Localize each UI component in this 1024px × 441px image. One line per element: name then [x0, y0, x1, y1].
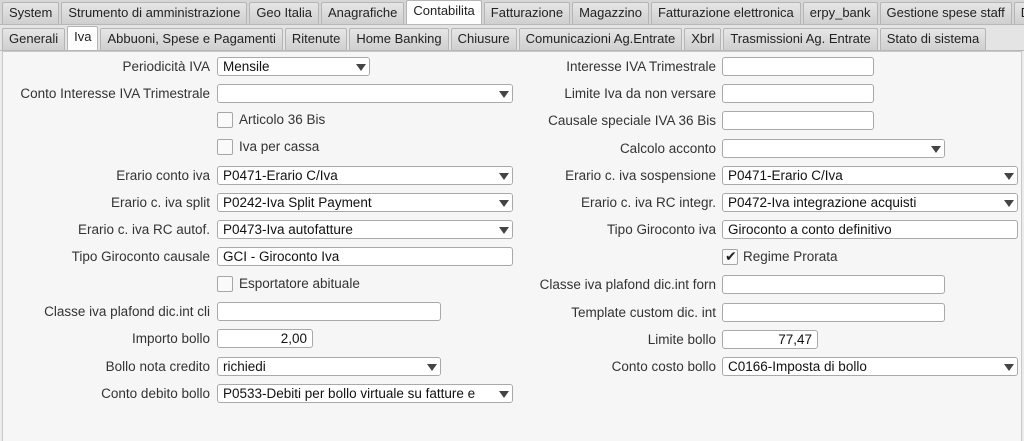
- regime-prorata-label: Regime Prorata: [743, 249, 838, 264]
- tab-contabilita[interactable]: Contabilita: [406, 0, 482, 24]
- importo-bollo-input[interactable]: 2,00: [217, 329, 313, 348]
- subtab-ritenute[interactable]: Ritenute: [284, 28, 348, 50]
- iva-settings-panel: [2, 51, 1022, 441]
- erario-iva-rc-integr-select[interactable]: P0472-Iva integrazione acquisti: [722, 193, 1018, 212]
- subtab-abbuoni[interactable]: Abbuoni, Spese e Pagamenti: [100, 28, 283, 50]
- chevron-down-icon: [999, 167, 1017, 184]
- subtab-xbrl[interactable]: Xbrl: [684, 28, 722, 50]
- sub-tab-bar: Generali Iva Abbuoni, Spese e Pagamenti …: [0, 25, 1024, 51]
- template-custom-input[interactable]: [722, 303, 945, 322]
- subtab-chiusure[interactable]: Chiusure: [450, 28, 517, 50]
- conto-interessi-label: Conto Interesse IVA Trimestrale: [20, 86, 210, 101]
- causale-36-bis-input[interactable]: [722, 111, 874, 130]
- tab-geo-italia[interactable]: Geo Italia: [249, 2, 319, 24]
- tab-magazzino[interactable]: Magazzino: [572, 2, 649, 24]
- periodicita-iva-label: Periodicità IVA: [122, 59, 210, 74]
- conto-debito-bollo-label: Conto debito bollo: [101, 386, 210, 401]
- interesse-iva-trim-input[interactable]: [722, 57, 874, 76]
- limite-iva-input[interactable]: [722, 84, 874, 103]
- tab-truncated[interactable]: D: [1013, 2, 1024, 24]
- subtab-home-banking[interactable]: Home Banking: [349, 28, 449, 50]
- tipo-giroconto-causale-input[interactable]: GCI - Giroconto Iva: [217, 247, 513, 266]
- erario-iva-sospensione-select[interactable]: P0471-Erario C/Iva: [722, 166, 1018, 185]
- tipo-giroconto-iva-label: Tipo Giroconto iva: [606, 222, 716, 237]
- subtab-generali[interactable]: Generali: [2, 28, 66, 50]
- chevron-down-icon: [494, 385, 512, 402]
- calcolo-acconto-select[interactable]: [722, 139, 945, 158]
- subtab-stato-sistema[interactable]: Stato di sistema: [879, 28, 987, 50]
- limite-iva-label: Limite Iva da non versare: [564, 86, 716, 101]
- tab-strumento-amministrazione[interactable]: Strumento di amministrazione: [61, 2, 248, 24]
- iva-per-cassa-label: Iva per cassa: [239, 139, 320, 154]
- chevron-down-icon: [999, 194, 1017, 211]
- erario-iva-split-label: Erario c. iva split: [110, 195, 210, 210]
- subtab-trasmissioni[interactable]: Trasmissioni Ag. Entrate: [723, 28, 878, 50]
- articolo-36-bis-checkbox[interactable]: [217, 112, 233, 128]
- tipo-giroconto-causale-label: Tipo Giroconto causale: [71, 249, 210, 264]
- subtab-iva[interactable]: Iva: [67, 26, 99, 50]
- classe-plafond-cli-input[interactable]: [217, 302, 441, 321]
- esportatore-abituale-label: Esportatore abituale: [239, 276, 360, 291]
- iva-per-cassa-checkbox[interactable]: [217, 139, 233, 155]
- chevron-down-icon: [422, 358, 440, 375]
- template-custom-label: Template custom dic. int: [571, 305, 716, 320]
- causale-36-bis-label: Causale speciale IVA 36 Bis: [548, 113, 716, 128]
- classe-plafond-forn-label: Classe iva plafond dic.int forn: [539, 277, 716, 292]
- conto-costo-bollo-label: Conto costo bollo: [611, 359, 716, 374]
- interesse-iva-trim-label: Interesse IVA Trimestrale: [566, 59, 716, 74]
- importo-bollo-label: Importo bollo: [131, 331, 210, 346]
- tab-system[interactable]: System: [2, 2, 60, 24]
- chevron-down-icon: [999, 358, 1017, 375]
- erario-iva-rc-integr-label: Erario c. iva RC integr.: [580, 195, 716, 210]
- main-tab-bar: System Strumento di amministrazione Geo …: [0, 0, 1024, 25]
- erario-iva-sospensione-label: Erario c. iva sospensione: [565, 168, 716, 183]
- tipo-giroconto-iva-input[interactable]: Giroconto a conto definitivo: [722, 220, 1018, 239]
- periodicita-iva-select[interactable]: Mensile: [217, 57, 370, 76]
- erario-conto-iva-label: Erario conto iva: [116, 168, 210, 183]
- conto-costo-bollo-select[interactable]: C0166-Imposta di bollo: [722, 357, 1018, 376]
- calcolo-acconto-label: Calcolo acconto: [619, 141, 716, 156]
- subtab-comunicazioni[interactable]: Comunicazioni Ag.Entrate: [518, 28, 683, 50]
- erario-iva-rc-autof-label: Erario c. iva RC autof.: [77, 222, 210, 237]
- chevron-down-icon: [926, 140, 944, 157]
- tab-gestione-spese-staff[interactable]: Gestione spese staff: [879, 2, 1012, 24]
- regime-prorata-checkbox[interactable]: [722, 248, 738, 265]
- classe-plafond-cli-label: Classe iva plafond dic.int cli: [44, 304, 210, 319]
- conto-debito-bollo-select[interactable]: P0533-Debiti per bollo virtuale su fattu…: [217, 384, 513, 403]
- tab-fatturazione-elettronica[interactable]: Fatturazione elettronica: [650, 2, 801, 24]
- tab-erpy-bank[interactable]: erpy_bank: [802, 2, 878, 24]
- bollo-nota-credito-label: Bollo nota credito: [105, 359, 210, 374]
- chevron-down-icon: [351, 58, 369, 75]
- articolo-36-bis-label: Articolo 36 Bis: [239, 112, 326, 127]
- tab-anagrafiche[interactable]: Anagrafiche: [320, 2, 405, 24]
- bollo-nota-credito-select[interactable]: richiedi: [217, 357, 441, 376]
- esportatore-abituale-checkbox[interactable]: [217, 276, 233, 292]
- limite-bollo-label: Limite bollo: [647, 332, 716, 347]
- limite-bollo-input[interactable]: 77,47: [722, 330, 818, 349]
- tab-fatturazione[interactable]: Fatturazione: [483, 2, 571, 24]
- classe-plafond-forn-input[interactable]: [722, 275, 945, 294]
